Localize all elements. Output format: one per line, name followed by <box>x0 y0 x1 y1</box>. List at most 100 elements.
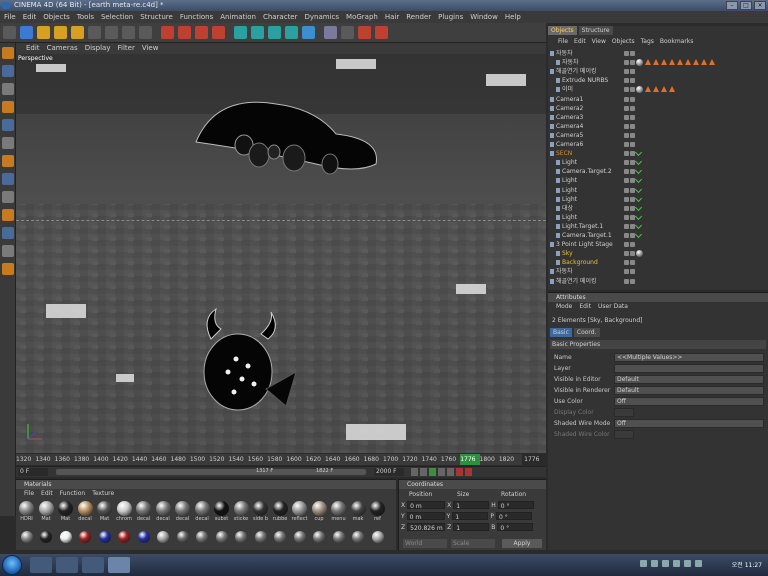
point-mode-icon[interactable] <box>2 137 14 149</box>
object-row[interactable]: Camera.Target.1 <box>550 230 766 240</box>
x-axis-icon[interactable] <box>88 26 101 39</box>
object-row[interactable]: 자동차 <box>550 58 766 67</box>
check-tag-icon[interactable] <box>634 158 643 166</box>
check-tag-icon[interactable] <box>634 149 643 157</box>
menu-item-structure[interactable]: Structure <box>140 11 173 23</box>
viewport-menu-view[interactable]: View <box>142 43 159 54</box>
viewport-menu-filter[interactable]: Filter <box>118 43 135 54</box>
visibility-toggle[interactable] <box>624 251 629 257</box>
objects-menu-file[interactable]: File <box>558 37 568 47</box>
material-swatch[interactable]: Mat <box>57 501 74 523</box>
objects-menu-view[interactable]: View <box>592 37 606 47</box>
attribute-value[interactable]: Off <box>614 419 764 428</box>
warning-tag-icon[interactable] <box>677 59 683 66</box>
cube-icon[interactable] <box>234 26 247 39</box>
attributes-menu-user-data[interactable]: User Data <box>598 302 628 312</box>
objects-menu-edit[interactable]: Edit <box>574 37 586 47</box>
visibility-toggle[interactable] <box>624 123 629 129</box>
next-frame-button[interactable] <box>438 468 445 476</box>
position-field[interactable]: 0 m <box>407 501 446 510</box>
visibility-toggle[interactable] <box>624 242 629 248</box>
material-swatch[interactable]: reflect <box>291 501 308 523</box>
visibility-toggle[interactable] <box>624 51 629 56</box>
attribute-value[interactable]: Off <box>614 397 764 406</box>
select-icon[interactable] <box>71 26 84 39</box>
light-icon[interactable] <box>341 26 354 39</box>
edge-mode-icon[interactable] <box>2 155 14 167</box>
rotation-field[interactable]: 0 ° <box>497 501 534 510</box>
nurbs-icon[interactable] <box>251 26 264 39</box>
visibility-toggle[interactable] <box>624 132 629 138</box>
visibility-toggle[interactable] <box>624 278 629 284</box>
object-row[interactable]: Light <box>550 176 766 185</box>
menu-item-character[interactable]: Character <box>263 11 298 23</box>
minimize-button[interactable]: – <box>726 1 738 10</box>
object-row[interactable]: Extrude NURBS <box>550 76 766 85</box>
render-toggle[interactable] <box>630 87 635 93</box>
size-field[interactable]: 1 <box>453 523 490 532</box>
visibility-toggle[interactable] <box>624 87 629 93</box>
object-row[interactable]: Light <box>550 158 766 167</box>
object-row[interactable]: 해골연기 메이킹 <box>550 277 766 286</box>
material-swatch[interactable]: menu <box>330 501 347 523</box>
start-frame-field[interactable]: 0 F <box>18 468 48 476</box>
visibility-toggle[interactable] <box>624 269 629 275</box>
warning-tag-icon[interactable] <box>653 86 659 93</box>
close-button[interactable]: × <box>754 1 766 10</box>
object-row[interactable]: 자동차 <box>550 49 766 58</box>
material-swatch[interactable]: sticke <box>233 501 250 523</box>
material-swatch[interactable] <box>77 531 94 543</box>
object-row[interactable]: 자동차 <box>550 267 766 276</box>
material-swatch[interactable]: rubbe <box>272 501 289 523</box>
object-row[interactable]: Camera6 <box>550 140 766 149</box>
object-row[interactable]: Light <box>550 212 766 222</box>
coord-system-icon[interactable] <box>139 26 152 39</box>
render-view-icon[interactable] <box>161 26 174 39</box>
materials-menu-texture[interactable]: Texture <box>92 489 114 499</box>
render-toggle[interactable] <box>630 96 635 102</box>
material-swatch[interactable] <box>38 531 55 543</box>
model-mode-icon[interactable] <box>2 65 14 77</box>
make-editable-icon[interactable] <box>2 47 14 59</box>
menu-item-objects[interactable]: Objects <box>43 11 69 23</box>
menu-item-dynamics[interactable]: Dynamics <box>305 11 340 23</box>
apply-button[interactable]: Apply <box>502 539 542 548</box>
visibility-toggle[interactable] <box>624 233 629 238</box>
render-toggle[interactable] <box>630 60 635 66</box>
attribute-value[interactable]: Default <box>614 375 764 384</box>
visibility-toggle[interactable] <box>624 151 629 157</box>
render-toggle[interactable] <box>630 142 635 147</box>
material-swatch[interactable] <box>330 531 347 543</box>
workplane-icon[interactable] <box>2 245 14 257</box>
size-field[interactable]: 1 <box>453 501 490 510</box>
objects-menu-objects[interactable]: Objects <box>612 37 635 47</box>
visibility-toggle[interactable] <box>624 169 629 175</box>
object-row[interactable]: Sky <box>550 249 766 258</box>
play-button[interactable] <box>429 468 436 476</box>
check-tag-icon[interactable] <box>634 212 643 220</box>
visibility-toggle[interactable] <box>624 142 629 147</box>
render-toggle[interactable] <box>630 260 635 266</box>
tray-icon[interactable] <box>684 560 691 567</box>
taskbar-clock[interactable]: 오전 11:27 <box>732 560 762 569</box>
attributes-menu-edit[interactable]: Edit <box>579 302 591 312</box>
position-field[interactable]: 520.826 m <box>407 523 446 532</box>
render-toggle[interactable] <box>630 278 635 284</box>
camera-icon[interactable] <box>324 26 337 39</box>
sculpt-mode-icon[interactable] <box>2 209 14 221</box>
menu-item-selection[interactable]: Selection <box>101 11 133 23</box>
menu-item-functions[interactable]: Functions <box>180 11 213 23</box>
render-toggle[interactable] <box>630 69 635 75</box>
check-tag-icon[interactable] <box>634 230 643 239</box>
render-settings-icon[interactable] <box>212 26 225 39</box>
snap-icon[interactable] <box>2 227 14 239</box>
check-tag-icon[interactable] <box>634 167 643 175</box>
menu-item-help[interactable]: Help <box>505 11 521 23</box>
warning-tag-icon[interactable] <box>645 86 651 93</box>
taskbar-explorer-icon[interactable] <box>56 557 78 573</box>
attribute-value[interactable]: <<Multiple Values>> <box>614 353 764 362</box>
material-swatch[interactable]: decal <box>135 501 152 523</box>
viewport-menu-edit[interactable]: Edit <box>26 43 40 54</box>
object-row[interactable]: Camera.Target.2 <box>550 167 766 176</box>
material-swatch[interactable]: decal <box>77 501 94 523</box>
